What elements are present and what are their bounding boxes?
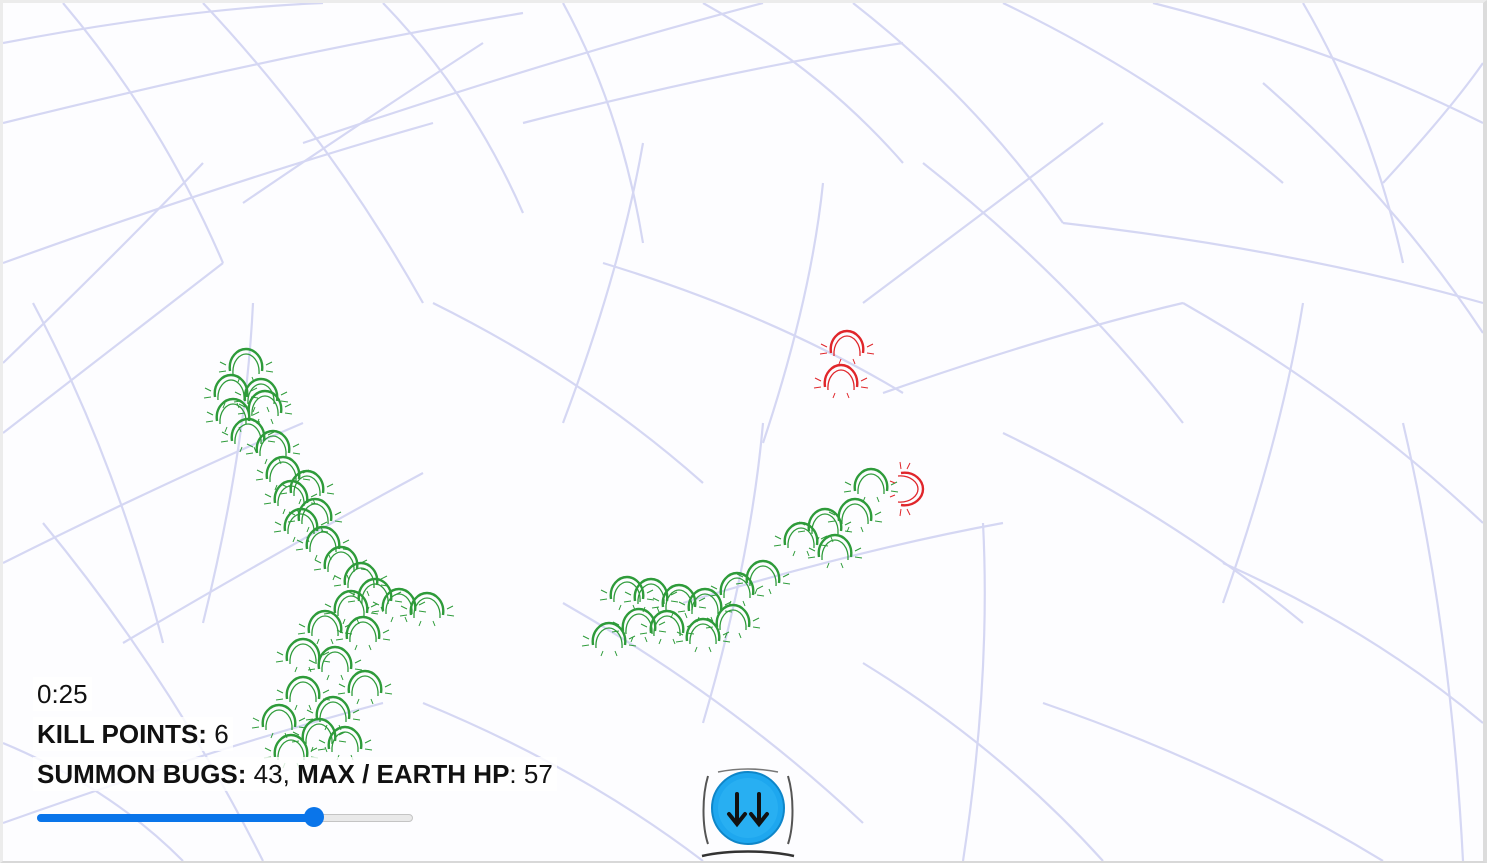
hp-colon: : [509,759,517,789]
ally-bug [336,669,394,706]
ally-bug [294,525,352,562]
kill-points-label: KILL POINTS: [37,719,207,749]
enemy-bug [888,460,925,518]
ally-bug [232,377,290,414]
ally-bug [842,467,900,504]
summon-bugs-value: 43 [253,759,283,789]
enemy-bug [812,363,870,400]
ally-bug [217,347,275,384]
enemy-bugs [812,329,925,518]
enemy-bug [818,329,876,366]
ally-bug [316,725,374,762]
ally-bug-swarm [202,347,900,770]
summon-bugs-label: SUMMON BUGS: [37,759,247,789]
ally-bug [580,621,638,658]
separator: , [282,759,290,789]
kill-points: KILL POINTS: 6 [33,717,233,751]
ally-bug [398,591,456,628]
timer: 0:25 [33,677,92,711]
ally-bug [272,507,330,544]
summon-portal-button[interactable] [698,766,798,863]
summon-stats: SUMMON BUGS: 43, MAX / EARTH HP: 57 [33,757,557,791]
game-frame: 0:25 KILL POINTS: 6 SUMMON BUGS: 43, MAX… [0,0,1487,863]
summon-slider[interactable] [37,807,413,827]
ally-bug [370,587,428,624]
slider-fill [37,814,314,822]
hp-label: MAX / EARTH HP [297,759,510,789]
ally-bug [674,617,732,654]
kill-points-value: 6 [214,719,229,749]
slider-thumb[interactable] [303,807,324,827]
ally-bug [734,559,792,596]
ally-bug [262,479,320,516]
hp-value: 57 [523,759,553,789]
